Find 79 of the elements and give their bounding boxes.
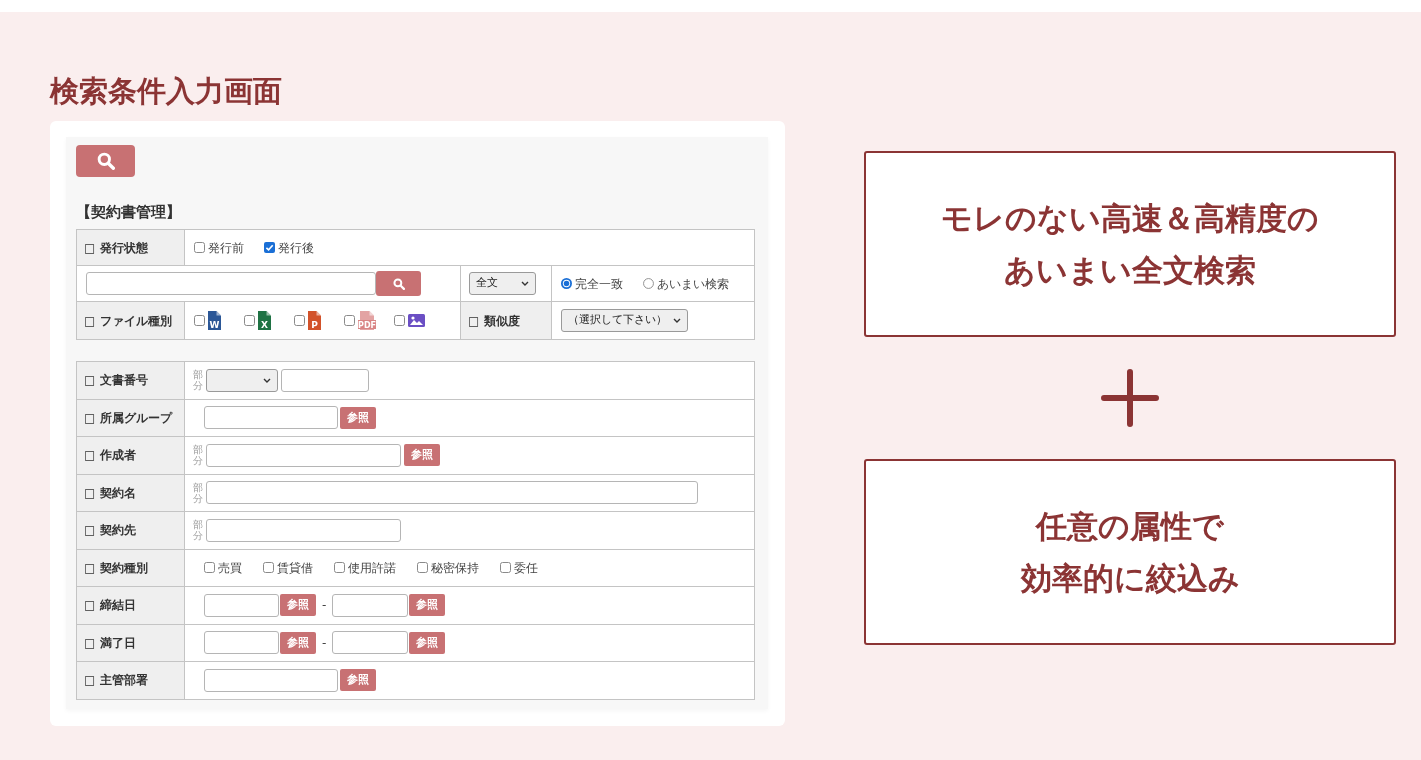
range-separator: - [322,597,327,615]
field-label: □ 締結日 [76,586,185,624]
search-button[interactable] [76,145,135,177]
keyword-field[interactable] [86,272,376,295]
radio-button[interactable] [643,278,654,289]
checkbox[interactable] [294,315,305,326]
dropdown[interactable]: （選択して下さい） [561,309,688,332]
dropdown[interactable]: 全文 [469,272,536,295]
picture-icon [408,314,425,327]
document-icon: W [208,311,221,330]
option-label: 秘密保持 [431,559,479,577]
checkbox[interactable] [500,562,511,574]
option-label: 売買 [218,559,242,577]
document-icon: X [258,311,271,330]
document-icon: P [308,311,321,330]
lookup-button[interactable]: 参照 [280,631,316,654]
option-label: 発行前 [208,239,244,257]
dropdown[interactable] [206,368,278,392]
text-field[interactable] [206,481,698,505]
checkbox[interactable] [334,562,345,574]
field-label: □ 類似度 [460,301,552,340]
search-icon [392,277,405,290]
text-field[interactable] [204,631,279,655]
field-label: □ 所属グループ [76,399,185,437]
text-field[interactable] [204,593,279,617]
option-label: 発行後 [278,239,314,257]
chevron-down-icon [263,377,271,383]
chevron-down-icon [673,318,681,323]
text-field[interactable] [204,406,338,430]
lookup-button[interactable]: 参照 [409,594,446,617]
text-field[interactable] [204,668,338,692]
lookup-button[interactable]: 参照 [409,631,446,654]
lookup-button[interactable]: 参照 [340,669,376,692]
checkbox[interactable] [244,315,255,326]
option-label: あいまい検索 [657,275,729,293]
field-label: □ 契約種別 [76,549,185,587]
partial-match-marker: 部分 [193,519,203,542]
checkbox[interactable] [264,242,275,253]
field-label: □ ファイル種別 [76,301,185,340]
checkbox[interactable] [204,562,215,574]
text-field[interactable] [332,593,409,617]
field-label: □ 文書番号 [76,361,185,399]
plus-icon [1101,369,1159,427]
partial-match-marker: 部分 [193,481,203,504]
lookup-button[interactable]: 参照 [280,594,316,617]
text-field[interactable] [281,368,369,392]
lookup-button[interactable]: 参照 [404,444,440,467]
range-separator: - [322,634,327,652]
text-field[interactable] [206,443,401,467]
option-label: 使用許諾 [348,559,396,577]
section-title: 【契約書管理】 [76,202,181,223]
text-field[interactable] [206,518,401,542]
partial-match-marker: 部分 [193,444,203,467]
partial-match-marker: 部分 [193,369,203,392]
checkbox[interactable] [194,242,205,253]
checkbox[interactable] [263,562,274,574]
radio-button[interactable] [561,278,572,289]
chevron-down-icon [521,281,529,286]
checkbox[interactable] [417,562,428,574]
field-label: □ 契約先 [76,511,185,549]
search-icon [96,152,115,170]
field-label: □ 発行状態 [76,229,185,266]
feature-text: モレのない高速＆高精度の あいまい全文検索 [941,199,1319,290]
option-label: 賃貸借 [277,559,313,577]
page-title: 検索条件入力画面 [50,74,282,109]
field-label: □ 主管部署 [76,661,185,699]
field-label: □ 作成者 [76,436,185,474]
document-icon: PDF [358,311,376,330]
lookup-button[interactable]: 参照 [340,406,376,429]
feature-text: 任意の属性で 効率的に絞込み [1020,507,1240,598]
option-label: 委任 [514,559,538,577]
text-field[interactable] [332,631,409,655]
search-button[interactable] [376,271,421,296]
field-label: □ 契約名 [76,474,185,512]
option-label: 完全一致 [575,275,623,293]
field-label: □ 満了日 [76,624,185,662]
checkbox[interactable] [194,315,205,326]
checkbox[interactable] [344,315,355,326]
checkbox[interactable] [394,315,405,326]
